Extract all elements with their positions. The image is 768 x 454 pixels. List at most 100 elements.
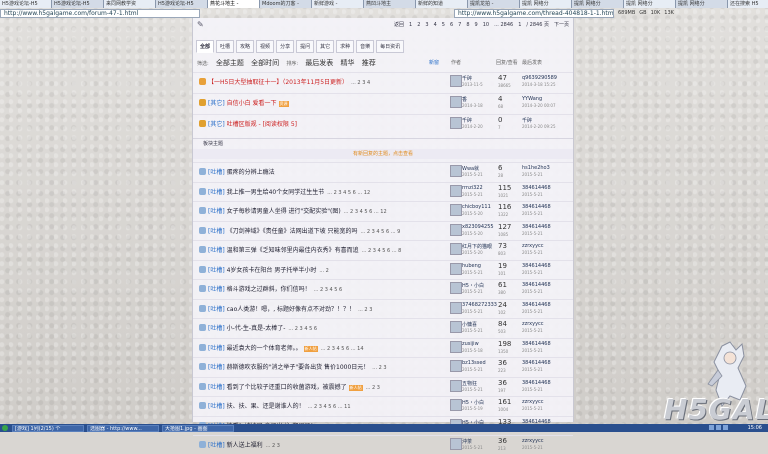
browser-tab[interactable]: 提凯 网络分 — [624, 0, 676, 8]
thread-category-tag[interactable]: [吐槽] — [208, 228, 227, 235]
thread-category-tag[interactable]: [吐槽] — [208, 384, 227, 391]
thread-author[interactable]: hubeng — [462, 263, 481, 269]
sort-last-post[interactable]: 最后发表 — [305, 59, 333, 67]
address-bar-right[interactable]: http://www.h5galgame.com/thread-404818-1… — [454, 9, 614, 18]
browser-tab[interactable]: 提凯龙拍 - — [468, 0, 520, 8]
browser-tab[interactable]: 还在搜索 H5 — [728, 0, 768, 8]
thread-page-links[interactable]: ... 2 3 4 5 6 ... 9 — [361, 229, 401, 235]
thread-row[interactable]: [吐槽] 看到了个比较子还重口的收菌游戏，被震撼了 新人帖... 2 3 五物狂 20… — [193, 376, 573, 396]
author-avatar[interactable] — [450, 262, 462, 275]
thread-author[interactable]: 千碎 — [462, 117, 472, 124]
browser-tab[interactable]: 提凯 网络分 — [676, 0, 728, 8]
filter-all-time[interactable]: 全部时间 — [251, 59, 279, 67]
browser-tab[interactable]: 新鲜的知道 — [416, 0, 468, 8]
thread-author[interactable]: Wwa就 — [462, 165, 479, 172]
thread-title[interactable]: [吐槽] 4岁女孩卡在阳台 男子托举半小时... 2 — [208, 265, 443, 274]
browser-tab[interactable]: H5游戏论坛-H5 — [52, 0, 104, 8]
thread-title-text[interactable]: 看到了个比较子还重口的收菌游戏，被震撼了 — [227, 384, 347, 391]
category-tab[interactable]: 其它 — [316, 40, 335, 53]
browser-tab[interactable]: 燕花斗地主 - — [208, 0, 260, 8]
last-poster[interactable]: 384614468 — [522, 263, 551, 269]
thread-row[interactable]: [吐槽] 扶、扶、果、还是谢谁人的！... 2 3 4 5 6 ... 11 H5… — [193, 396, 573, 415]
thread-row[interactable]: [吐槽] 赫斯德吹衣服的"消之举子"要各出货 售价1000日元！... 2 3 b… — [193, 357, 573, 376]
last-poster[interactable]: YYWang — [522, 96, 542, 102]
category-tab[interactable]: 提问 — [296, 40, 315, 53]
thread-page-links[interactable]: ... 2 3 — [358, 307, 372, 313]
last-poster[interactable]: zzrxyycc — [522, 321, 544, 327]
thread-title-text[interactable]: 蛋疼的分辨上瘾法 — [227, 169, 275, 176]
thread-row[interactable]: [吐槽] 温和第三弹《乏知味邻里内最佳内衣秀》有喜而追... 2 3 4 5 6… — [193, 240, 573, 259]
thread-title[interactable]: [吐槽] 最近袁大的一个体育老师。。 新人帖... 2 3 4 5 6 ... 1… — [208, 343, 443, 352]
category-tab[interactable]: 攻略 — [236, 40, 255, 53]
last-poster[interactable]: zzrxyycc — [522, 438, 544, 444]
new-post-pencil-icon[interactable]: ✎ — [197, 20, 204, 29]
new-replies-notice[interactable]: 有新回复的主题，点击查看 — [193, 149, 573, 159]
last-poster[interactable]: 384614468 — [522, 360, 551, 366]
browser-tab[interactable]: H5游戏论坛-H5 — [156, 0, 208, 8]
tray-icon[interactable] — [716, 425, 721, 430]
thread-page-links[interactable]: ... 2 3 4 5 6 ... 8 — [362, 248, 402, 254]
thread-author[interactable]: zusijiw — [462, 341, 479, 347]
pinned-thread-row[interactable]: 【一H5日大型抽取征十一】（2013年11月5日更新）... 2 3 4 千碎 20… — [193, 72, 573, 91]
pinned-thread-row[interactable]: [其它] 吐槽区版规 - [阅读权限 5] 千碎 2014-2-20 0 7 千碎 2014… — [193, 114, 573, 133]
filter-digest[interactable]: 精华 — [341, 59, 355, 67]
thread-title-text[interactable]: 4岁女孩卡在阳台 男子托举半小时 — [227, 267, 317, 274]
thread-author[interactable]: H5・小白 — [462, 399, 484, 406]
thread-category-tag[interactable]: [吐槽] — [208, 364, 227, 371]
thread-title-text[interactable]: 最近袁大的一个体育老师。。 — [227, 345, 302, 352]
author-avatar[interactable] — [450, 223, 462, 236]
thread-title[interactable]: [吐槽] 温和第三弹《乏知味邻里内最佳内衣秀》有喜而追... 2 3 4 5 6… — [208, 245, 443, 254]
start-button-icon[interactable] — [2, 425, 8, 431]
thread-author[interactable]: 五物狂 — [462, 380, 477, 387]
author-avatar[interactable] — [450, 301, 462, 314]
thread-page-links[interactable]: ... 2 3 — [366, 385, 380, 391]
thread-page-links[interactable]: ... 2 3 4 5 6 — [314, 287, 343, 293]
thread-title[interactable]: [其它] 吐槽区版规 - [阅读权限 5] — [208, 119, 443, 128]
thread-author[interactable]: 小慵喜 — [462, 321, 477, 328]
thread-category-tag[interactable]: [吐槽] — [208, 286, 227, 293]
category-tab[interactable]: 每日资讯 — [376, 40, 405, 53]
thread-row[interactable]: [吐槽] 女子每秒请男童人坐得 进行"交配实验"(图)... 2 3 4 5 6… — [193, 201, 573, 220]
thread-category-tag[interactable]: [吐槽] — [208, 169, 227, 176]
category-tab[interactable]: 分享 — [276, 40, 295, 53]
last-poster[interactable]: q9639290589 — [522, 75, 557, 81]
thread-title-text[interactable]: 小-代-生-真是-太棒了- — [227, 325, 286, 332]
last-poster[interactable]: 384614468 — [522, 282, 551, 288]
thread-title-text[interactable]: 女子每秒请男童人坐得 进行"交配实验"(图) — [227, 208, 341, 215]
thread-title-text[interactable]: 《刀剑神域》《责任童》法网出道下坡 只能宽的吗 — [227, 228, 358, 235]
thread-row[interactable]: [吐槽] 小-代-生-真是-太棒了-... 2 3 4 5 6 小慵喜 2015-5… — [193, 318, 573, 337]
browser-tab[interactable]: 提凯 网络分 — [520, 0, 572, 8]
thread-title-text[interactable]: 吐槽区版规 - [阅读权限 5] — [227, 121, 297, 128]
new-window-toggle[interactable]: 新窗 — [429, 59, 439, 66]
thread-author[interactable]: x823094255 — [462, 224, 494, 230]
browser-tab[interactable]: H5游戏论坛-H5 — [0, 0, 52, 8]
last-poster[interactable]: 384614468 — [522, 204, 551, 210]
last-poster[interactable]: 384614468 — [522, 380, 551, 386]
author-avatar[interactable] — [450, 96, 462, 108]
thread-page-links[interactable]: ... 2 3 — [266, 443, 280, 449]
tray-icon[interactable] — [723, 425, 728, 430]
thread-category-tag[interactable]: [吐槽] — [208, 267, 227, 274]
thread-title[interactable]: [吐槽] 扶、扶、果、还是谢谁人的！... 2 3 4 5 6 ... 11 — [208, 401, 443, 410]
thread-category-tag[interactable]: [吐槽] — [208, 306, 227, 313]
thread-title[interactable]: [吐槽] 蛋疼的分辨上瘾法 — [208, 167, 443, 176]
thread-title-text[interactable]: cao人类游！嗯，, 标题好像有点不对劲？！？！ — [227, 306, 355, 313]
author-avatar[interactable] — [450, 321, 462, 333]
thread-title-text[interactable]: 温和第三弹《乏知味邻里内最佳内衣秀》有喜而追 — [227, 247, 359, 254]
author-avatar[interactable] — [450, 243, 462, 255]
tray-icon[interactable] — [709, 425, 714, 430]
thread-author[interactable]: 千碎 — [462, 75, 472, 82]
last-poster[interactable]: 千碎 — [522, 117, 532, 124]
thread-page-links[interactable]: ... 2 3 4 5 6 ... 12 — [344, 209, 387, 215]
thread-category-tag[interactable]: [吐槽] — [208, 325, 227, 332]
thread-row[interactable]: [吐槽] 我上推一男生给40个女同学过生生节... 2 3 4 5 6 ... … — [193, 181, 573, 201]
thread-row[interactable]: [吐槽] 《刀剑神域》《责任童》法网出道下坡 只能宽的吗... 2 3 4 5 … — [193, 220, 573, 240]
thread-category-tag[interactable]: [其它] — [208, 100, 227, 107]
pager-page-link[interactable]: 1 — [409, 22, 412, 28]
last-poster[interactable]: 384614468 — [522, 224, 551, 230]
last-poster[interactable]: hs1he2ho3 — [522, 165, 550, 171]
thread-title-text[interactable]: 格斗游戏之过群斜，你们信吗！ — [227, 286, 311, 293]
thread-category-tag[interactable]: [其它] — [208, 121, 227, 128]
author-avatar[interactable] — [450, 204, 462, 216]
browser-tab[interactable]: 燕凹斗地主 — [364, 0, 416, 8]
